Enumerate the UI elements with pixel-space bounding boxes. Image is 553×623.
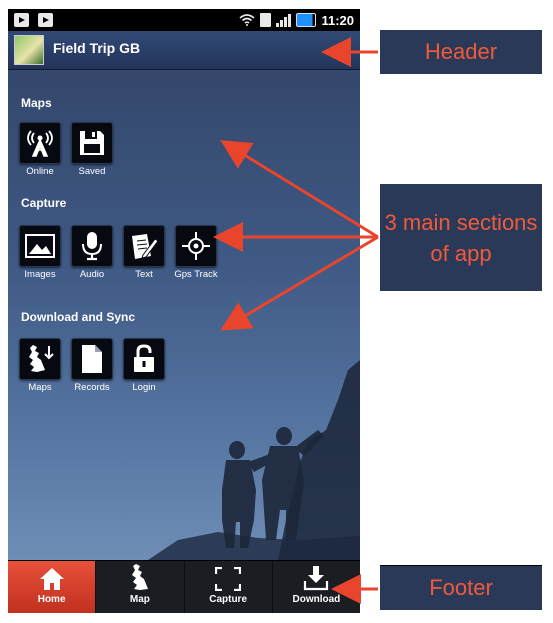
section-title-capture: Capture xyxy=(21,196,67,210)
tab-label: Capture xyxy=(209,594,248,605)
tile-label: Text xyxy=(135,269,153,280)
tile-label: Login xyxy=(132,382,156,393)
capture-audio-button[interactable]: Audio xyxy=(69,225,115,280)
capture-gps-track-button[interactable]: Gps Track xyxy=(173,225,219,280)
tile-label: Records xyxy=(74,382,110,393)
tab-label: Map xyxy=(129,594,150,605)
wifi-icon xyxy=(239,14,255,26)
tab-download[interactable]: Download xyxy=(273,561,360,613)
app-header: Field Trip GB xyxy=(8,31,360,70)
gb-map-icon xyxy=(131,564,148,590)
image-icon xyxy=(25,234,55,258)
tab-home[interactable]: Home xyxy=(8,561,97,613)
download-maps-button[interactable]: Maps xyxy=(17,338,63,393)
download-records-button[interactable]: Records xyxy=(69,338,115,393)
app-title: Field Trip GB xyxy=(53,40,141,56)
crosshair-icon xyxy=(182,232,210,260)
callout-header: Header xyxy=(380,30,542,74)
media-notification-icon xyxy=(38,13,53,27)
tile-label: Maps xyxy=(28,382,52,393)
home-content: Maps Online Saved Capture Images Audio T… xyxy=(8,70,360,560)
tile-label: Images xyxy=(24,269,56,280)
capture-images-button[interactable]: Images xyxy=(17,225,63,280)
tab-label: Home xyxy=(37,594,66,605)
floppy-disk-icon xyxy=(80,131,104,155)
tab-label: Download xyxy=(292,594,341,605)
document-icon xyxy=(82,345,102,373)
battery-icon xyxy=(296,13,317,27)
unlock-icon xyxy=(134,344,154,372)
tab-map[interactable]: Map xyxy=(96,561,185,613)
microphone-icon xyxy=(82,232,102,261)
signal-bars-icon xyxy=(276,13,292,27)
maps-online-button[interactable]: Online xyxy=(17,122,63,177)
footer-tab-bar: Home Map Capture Download xyxy=(8,560,360,613)
section-title-download-sync: Download and Sync xyxy=(21,310,136,324)
tile-label: Gps Track xyxy=(174,269,218,280)
home-icon xyxy=(39,568,64,590)
tile-label: Saved xyxy=(78,166,106,177)
maps-saved-button[interactable]: Saved xyxy=(69,122,115,177)
tile-label: Audio xyxy=(79,269,105,280)
callout-sections: 3 main sections of app xyxy=(380,184,542,291)
clock-time: 11:20 xyxy=(321,12,354,28)
status-bar: 11:20 xyxy=(8,9,360,31)
login-button[interactable]: Login xyxy=(121,338,167,393)
media-notification-icon xyxy=(14,13,29,27)
tile-label: Online xyxy=(26,166,54,177)
capture-frame-icon xyxy=(215,567,242,591)
section-title-maps: Maps xyxy=(21,96,52,110)
antenna-icon xyxy=(27,130,53,157)
sim-card-icon xyxy=(260,13,272,27)
tab-capture[interactable]: Capture xyxy=(185,561,273,613)
gb-map-download-icon xyxy=(29,345,54,372)
callout-footer: Footer xyxy=(380,565,542,610)
pencil-note-icon xyxy=(132,234,159,259)
capture-text-button[interactable]: Text xyxy=(121,225,167,280)
phone-screen: 11:20 Field Trip GB Maps Online Saved Ca… xyxy=(8,9,360,613)
download-icon xyxy=(304,566,329,591)
app-logo-icon xyxy=(14,35,44,65)
